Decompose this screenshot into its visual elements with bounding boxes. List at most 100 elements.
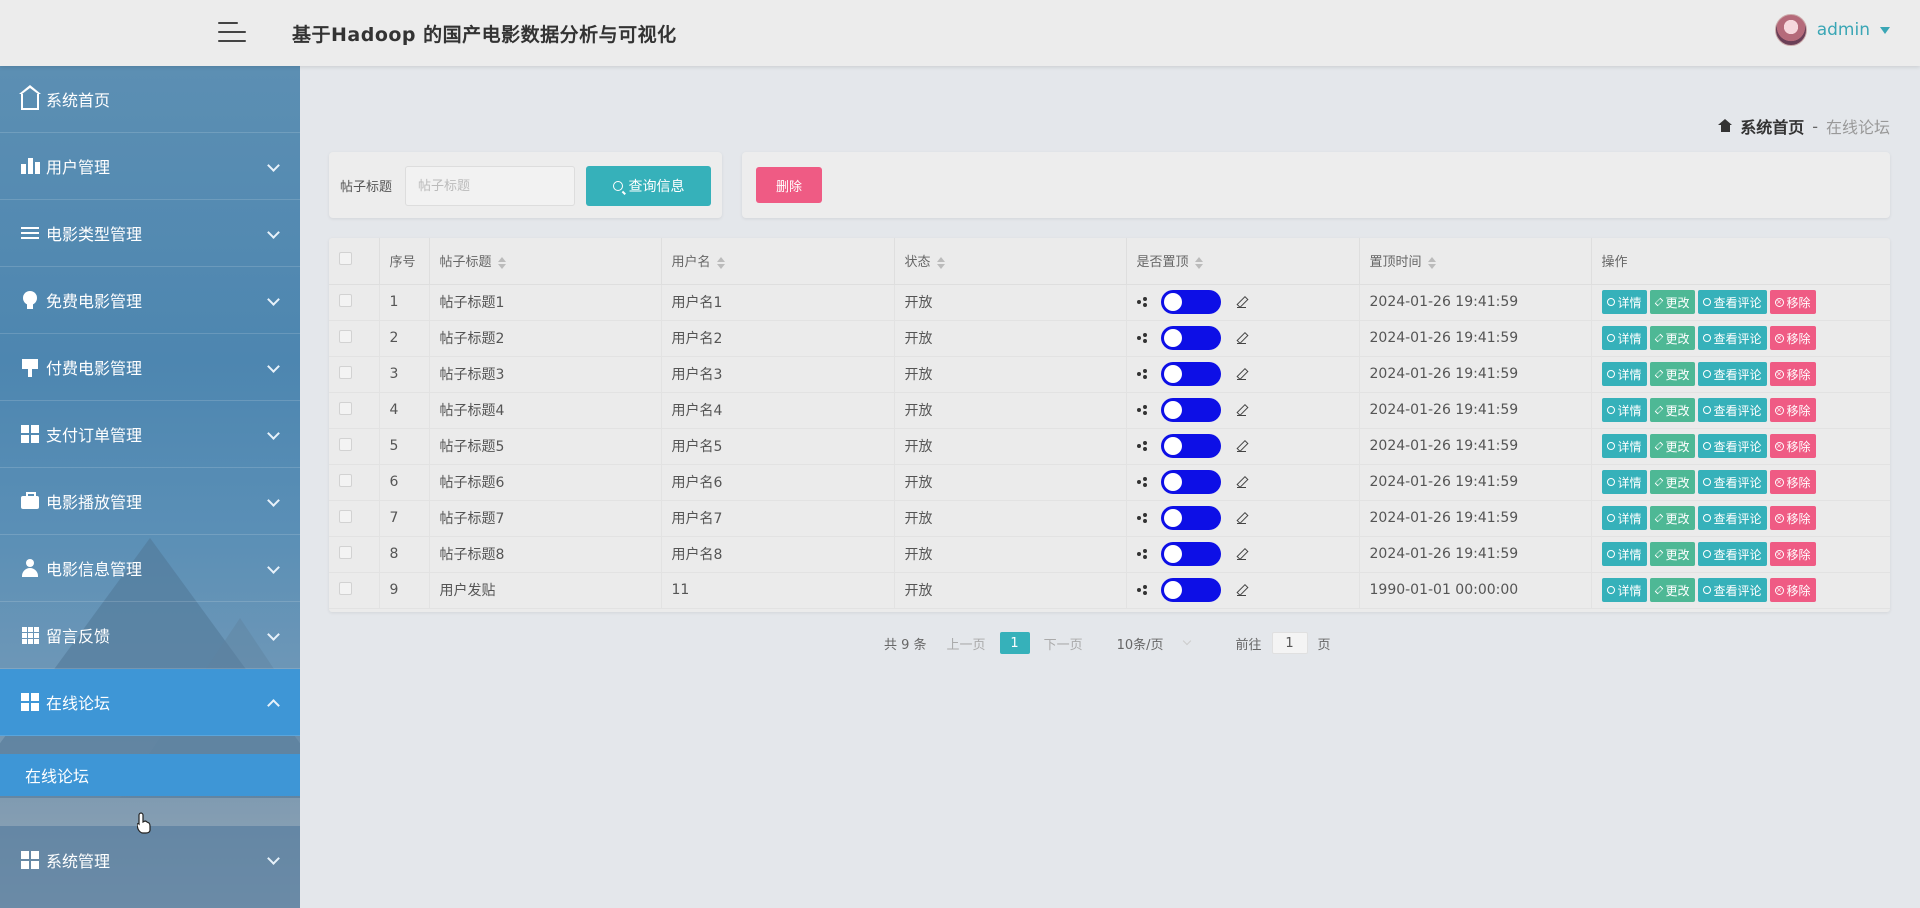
pinned-toggle[interactable]: [1160, 398, 1221, 422]
page-size-select[interactable]: 10条/页: [1117, 634, 1191, 653]
header-pinned[interactable]: 是否置顶: [1126, 238, 1360, 285]
remove-button[interactable]: × 移除: [1769, 578, 1816, 602]
edit-button[interactable]: 更改: [1649, 434, 1695, 458]
header-status[interactable]: 状态: [894, 238, 1127, 285]
edit-pen-icon[interactable]: [1237, 441, 1247, 452]
edit-button[interactable]: 更改: [1649, 362, 1695, 386]
remove-button[interactable]: × 移除: [1769, 506, 1816, 530]
share-icon[interactable]: [1136, 297, 1147, 307]
sidebar-item-playback[interactable]: 电影播放管理: [0, 468, 300, 535]
detail-button[interactable]: 详情: [1601, 542, 1647, 566]
sidebar-item-system[interactable]: 系统管理: [0, 826, 300, 893]
breadcrumb-home[interactable]: 系统首页: [1740, 114, 1804, 138]
view-comments-button[interactable]: 查看评论: [1697, 362, 1767, 386]
edit-pen-icon[interactable]: [1237, 549, 1247, 560]
detail-button[interactable]: 详情: [1601, 578, 1647, 602]
pinned-toggle[interactable]: [1160, 434, 1221, 458]
detail-button[interactable]: 详情: [1601, 326, 1647, 350]
edit-button[interactable]: 更改: [1649, 290, 1695, 314]
edit-button[interactable]: 更改: [1649, 506, 1695, 530]
view-comments-button[interactable]: 查看评论: [1697, 542, 1767, 566]
pinned-toggle[interactable]: [1160, 326, 1221, 350]
sort-icon[interactable]: [497, 256, 506, 269]
detail-button[interactable]: 详情: [1601, 398, 1647, 422]
sidebar-item-movie-types[interactable]: 电影类型管理: [0, 200, 300, 267]
share-icon[interactable]: [1136, 369, 1147, 379]
pinned-toggle[interactable]: [1160, 542, 1221, 566]
view-comments-button[interactable]: 查看评论: [1697, 434, 1767, 458]
pinned-toggle[interactable]: [1160, 290, 1221, 314]
pinned-toggle[interactable]: [1160, 362, 1221, 386]
menu-toggle-icon[interactable]: [218, 20, 246, 44]
edit-pen-icon[interactable]: [1237, 513, 1247, 524]
row-checkbox[interactable]: [339, 581, 352, 595]
pinned-toggle[interactable]: [1160, 578, 1221, 602]
row-checkbox[interactable]: [339, 365, 352, 379]
row-checkbox[interactable]: [339, 509, 352, 523]
next-page-button[interactable]: 下一页: [1044, 634, 1083, 653]
edit-pen-icon[interactable]: [1237, 369, 1247, 380]
share-icon[interactable]: [1136, 405, 1147, 415]
user-menu[interactable]: admin: [1774, 14, 1890, 46]
page-number-button[interactable]: 1: [999, 632, 1030, 654]
sort-icon[interactable]: [936, 256, 945, 269]
view-comments-button[interactable]: 查看评论: [1697, 578, 1767, 602]
edit-button[interactable]: 更改: [1649, 398, 1695, 422]
remove-button[interactable]: × 移除: [1769, 434, 1816, 458]
sidebar-item-feedback[interactable]: 留言反馈: [0, 602, 300, 669]
header-pinned-time[interactable]: 置顶时间: [1359, 238, 1592, 285]
header-user[interactable]: 用户名: [661, 238, 895, 285]
row-checkbox[interactable]: [339, 545, 352, 559]
edit-pen-icon[interactable]: [1237, 405, 1247, 416]
edit-button[interactable]: 更改: [1649, 326, 1695, 350]
view-comments-button[interactable]: 查看评论: [1697, 290, 1767, 314]
share-icon[interactable]: [1136, 477, 1147, 487]
select-all-checkbox[interactable]: [339, 252, 352, 266]
query-button[interactable]: 查询信息: [586, 166, 711, 206]
edit-pen-icon[interactable]: [1237, 297, 1247, 308]
row-checkbox[interactable]: [339, 329, 352, 343]
remove-button[interactable]: × 移除: [1769, 326, 1816, 350]
sort-icon[interactable]: [1194, 256, 1203, 269]
detail-button[interactable]: 详情: [1601, 470, 1647, 494]
edit-pen-icon[interactable]: [1237, 585, 1247, 596]
sidebar-item-forum[interactable]: 在线论坛: [0, 669, 300, 736]
share-icon[interactable]: [1136, 549, 1147, 559]
sidebar-item-home[interactable]: 系统首页: [0, 66, 300, 133]
remove-button[interactable]: × 移除: [1769, 542, 1816, 566]
edit-button[interactable]: 更改: [1649, 542, 1695, 566]
sidebar-item-movie-info[interactable]: 电影信息管理: [0, 535, 300, 602]
goto-page-input[interactable]: [1271, 632, 1308, 654]
remove-button[interactable]: × 移除: [1769, 290, 1816, 314]
submenu-item-forum[interactable]: 在线论坛: [0, 754, 300, 796]
remove-button[interactable]: × 移除: [1769, 398, 1816, 422]
detail-button[interactable]: 详情: [1601, 362, 1647, 386]
sidebar-item-free-movies[interactable]: 免费电影管理: [0, 267, 300, 334]
view-comments-button[interactable]: 查看评论: [1697, 398, 1767, 422]
detail-button[interactable]: 详情: [1601, 434, 1647, 458]
sort-icon[interactable]: [716, 256, 725, 269]
delete-button[interactable]: 删除: [756, 167, 822, 203]
sort-icon[interactable]: [1427, 256, 1436, 269]
row-checkbox[interactable]: [339, 473, 352, 487]
row-checkbox[interactable]: [339, 293, 352, 307]
row-checkbox[interactable]: [339, 437, 352, 451]
sidebar-item-users[interactable]: 用户管理: [0, 133, 300, 200]
row-checkbox[interactable]: [339, 401, 352, 415]
sidebar-item-paid-movies[interactable]: 付费电影管理: [0, 334, 300, 401]
share-icon[interactable]: [1136, 513, 1147, 523]
prev-page-button[interactable]: 上一页: [947, 634, 986, 653]
pinned-toggle[interactable]: [1160, 506, 1221, 530]
view-comments-button[interactable]: 查看评论: [1697, 470, 1767, 494]
detail-button[interactable]: 详情: [1601, 290, 1647, 314]
header-title[interactable]: 帖子标题: [429, 238, 662, 285]
search-input[interactable]: [405, 166, 575, 206]
edit-button[interactable]: 更改: [1649, 578, 1695, 602]
remove-button[interactable]: × 移除: [1769, 470, 1816, 494]
share-icon[interactable]: [1136, 441, 1147, 451]
view-comments-button[interactable]: 查看评论: [1697, 326, 1767, 350]
edit-pen-icon[interactable]: [1237, 333, 1247, 344]
pinned-toggle[interactable]: [1160, 470, 1221, 494]
view-comments-button[interactable]: 查看评论: [1697, 506, 1767, 530]
remove-button[interactable]: × 移除: [1769, 362, 1816, 386]
